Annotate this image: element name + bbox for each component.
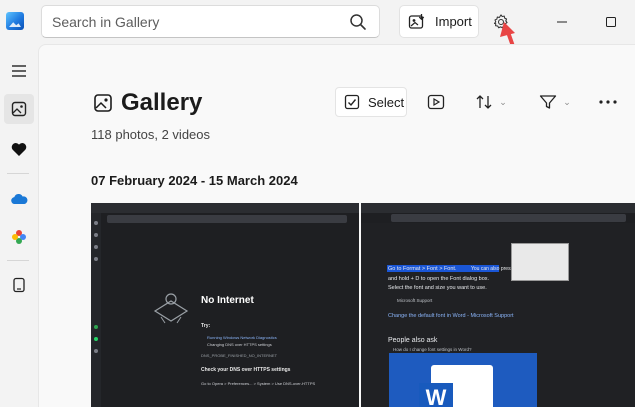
maximize-icon: [606, 17, 616, 27]
browser-sidebar: [91, 213, 101, 407]
thumb-text: Go to Format > Font > Font.: [388, 266, 457, 272]
more-icon: [599, 100, 617, 104]
slideshow-play-icon: [427, 94, 445, 110]
sidebar-item-photos-cloud[interactable]: [4, 222, 34, 252]
sidebar-item-gallery[interactable]: [4, 94, 34, 124]
gallery-icon: [11, 101, 27, 117]
search-box[interactable]: [41, 5, 380, 38]
menu-icon: [12, 65, 26, 77]
photos-app-icon: [6, 12, 24, 30]
chevron-down-icon: ⌄: [499, 96, 507, 107]
sidebar-item-import-device[interactable]: [4, 270, 34, 300]
import-label: Import: [435, 14, 472, 29]
chevron-down-icon: ⌄: [563, 96, 571, 107]
sidebar: [0, 44, 38, 407]
thumb-text: Try:: [201, 323, 211, 329]
more-options-button[interactable]: [593, 87, 623, 117]
page-title-text: Gallery: [121, 89, 203, 116]
onedrive-cloud-icon: [11, 194, 28, 204]
sidebar-divider: [7, 260, 29, 261]
thumb-text: You can also press: [471, 266, 514, 272]
checkbox-icon: [344, 94, 360, 110]
minimize-icon: [557, 21, 567, 23]
filter-button[interactable]: ⌄: [533, 87, 577, 117]
thumb-text: Microsoft Support: [397, 298, 433, 303]
main-panel: Gallery 118 photos, 2 videos Select ⌄ ⌄ …: [38, 44, 635, 407]
import-device-icon: [13, 277, 25, 293]
select-label: Select: [368, 94, 405, 110]
maximize-button[interactable]: [597, 8, 625, 36]
sidebar-item-favorites[interactable]: [4, 134, 34, 164]
sort-icon: [476, 95, 492, 109]
gallery-icon: [94, 94, 112, 112]
sidebar-divider: [7, 173, 29, 174]
thumb-text: Check your DNS over HTTPS settings: [201, 367, 291, 373]
filter-icon: [540, 95, 557, 109]
no-internet-illustration: [153, 293, 189, 324]
thumb-text: Change the default font in Word - Micros…: [388, 313, 514, 319]
title-bar: Import: [0, 0, 635, 44]
sort-button[interactable]: ⌄: [469, 87, 513, 117]
select-button[interactable]: Select: [335, 87, 407, 117]
browser-tabstrip: [91, 203, 359, 213]
slideshow-button[interactable]: [421, 87, 451, 117]
browser-address-bar: [391, 214, 626, 222]
word-logo-card: W: [389, 353, 537, 407]
import-button[interactable]: Import: [399, 5, 479, 38]
thumb-text: Running Windows Network Diagnostics: [207, 335, 277, 340]
page-title: Gallery: [93, 89, 202, 117]
font-dialog-preview: [511, 243, 569, 281]
photo-thumbnail[interactable]: Go to Format > Font > Font. You can also…: [361, 203, 635, 407]
menu-button[interactable]: [4, 56, 34, 86]
import-icon: [408, 13, 425, 29]
photo-thumbnail[interactable]: No Internet Try: Running Windows Network…: [91, 203, 359, 407]
sidebar-item-onedrive[interactable]: [4, 184, 34, 214]
thumb-text: and hold + D to open the Font dialog box…: [388, 276, 490, 282]
favorites-heart-icon: [11, 142, 27, 156]
thumb-text: Go to Opera > Preferences... > System > …: [201, 381, 316, 386]
thumb-text: How do I change font settings in Word?: [393, 347, 472, 352]
search-input[interactable]: [52, 12, 342, 32]
browser-tabstrip: [361, 203, 635, 213]
minimize-button[interactable]: [548, 8, 576, 36]
word-logo-icon: W: [419, 383, 453, 407]
thumb-text: DNS_PROBE_FINISHED_NO_INTERNET: [201, 353, 278, 358]
thumb-text: Select the font and size you want to use…: [388, 285, 487, 291]
thumb-text: Changing DNS over HTTPS settings: [207, 342, 272, 347]
no-internet-heading: No Internet: [201, 295, 254, 306]
search-icon[interactable]: [349, 13, 367, 31]
media-count: 118 photos, 2 videos: [91, 127, 211, 142]
date-range-heading: 07 February 2024 - 15 March 2024: [91, 173, 298, 188]
browser-address-bar: [107, 215, 347, 223]
photos-pinwheel-icon: [12, 230, 26, 244]
thumb-text: People also ask: [388, 337, 438, 344]
